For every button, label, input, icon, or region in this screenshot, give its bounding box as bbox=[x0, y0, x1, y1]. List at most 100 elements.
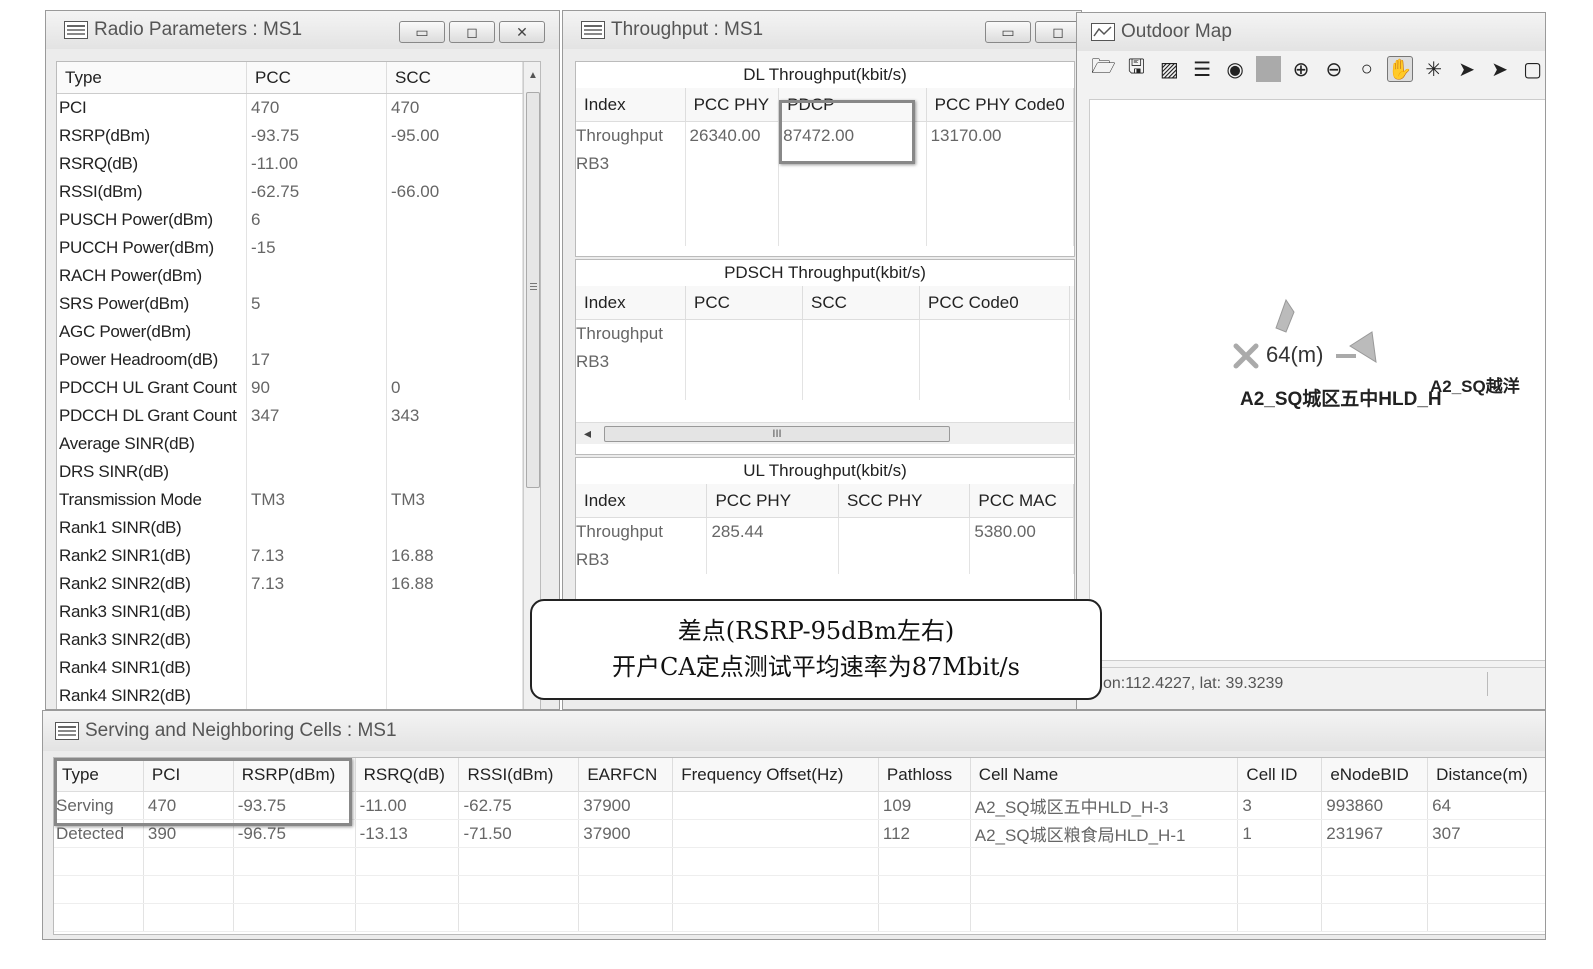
table-row[interactable]: RSRQ(dB) -11.00 bbox=[57, 150, 540, 178]
scroll-left-arrow-icon[interactable]: ◂ bbox=[584, 425, 591, 442]
cell-label: A2_SQ越洋 bbox=[1430, 377, 1520, 396]
table-row[interactable]: RACH Power(dBm) bbox=[57, 262, 540, 290]
column-header[interactable]: PCC PHY Code0 bbox=[927, 88, 1074, 121]
column-header[interactable]: EARFCN bbox=[579, 758, 674, 791]
select-arrow-icon[interactable]: ➤ bbox=[1454, 56, 1479, 82]
table-row[interactable]: Average SINR(dB) bbox=[57, 430, 540, 458]
column-header[interactable]: Pathloss bbox=[879, 758, 971, 791]
cell: TM3 bbox=[387, 486, 523, 514]
cell bbox=[387, 346, 523, 374]
column-header[interactable]: Index bbox=[576, 88, 686, 121]
maximize-button[interactable]: ◻ bbox=[1035, 21, 1081, 43]
table-row[interactable]: Rank2 SINR1(dB) 7.13 16.88 bbox=[57, 542, 540, 570]
cell: PDCCH DL Grant Count bbox=[57, 402, 247, 430]
select-plus-icon[interactable]: ➤ bbox=[1487, 56, 1512, 82]
cell: AGC Power(dBm) bbox=[57, 318, 247, 346]
column-header[interactable]: Index bbox=[576, 484, 708, 517]
column-header[interactable]: Distance(m) bbox=[1428, 758, 1545, 791]
column-header[interactable]: RSRQ(dB) bbox=[356, 758, 460, 791]
cell bbox=[247, 458, 387, 486]
cell: 37900 bbox=[579, 820, 674, 847]
table-row[interactable]: Rank1 SINR(dB) bbox=[57, 514, 540, 542]
table-body: PCI 470 470 RSRP(dBm) -93.75 -95.00 RSRQ(dB) -1… bbox=[57, 94, 540, 709]
map-canvas[interactable]: 64(m) A2_SQ城区五中HLD_H A2_SQ越洋 bbox=[1089, 99, 1545, 661]
column-header[interactable]: SCC bbox=[803, 286, 920, 319]
table-row[interactable]: Rank3 SINR2(dB) bbox=[57, 626, 540, 654]
column-header[interactable]: PCC bbox=[247, 62, 387, 93]
cell: 307 bbox=[1428, 820, 1545, 847]
table-row[interactable]: Throughput 285.44 5380.00 bbox=[576, 518, 1074, 546]
table-row[interactable]: RB3 bbox=[576, 348, 1074, 376]
minimize-button[interactable]: ▭ bbox=[399, 21, 445, 43]
cell bbox=[387, 514, 523, 542]
zoom-icon[interactable]: ○ bbox=[1354, 56, 1379, 82]
cell: PCI bbox=[57, 94, 247, 122]
zoom-in-icon[interactable]: ⊕ bbox=[1289, 56, 1314, 82]
section-title: UL Throughput(kbit/s) bbox=[576, 458, 1074, 484]
cell bbox=[673, 876, 879, 903]
column-header[interactable]: Cell Name bbox=[971, 758, 1239, 791]
pan-hand-icon[interactable]: ✋ bbox=[1387, 56, 1414, 82]
table-row[interactable]: SRS Power(dBm) 5 bbox=[57, 290, 540, 318]
column-header[interactable]: PCC Code0 bbox=[920, 286, 1070, 319]
scrollbar-thumb[interactable] bbox=[526, 92, 540, 488]
table-row[interactable]: Transmission Mode TM3 TM3 bbox=[57, 486, 540, 514]
column-header[interactable]: Type bbox=[57, 62, 247, 93]
column-header[interactable]: RSSI(dBm) bbox=[459, 758, 580, 791]
column-header[interactable]: eNodeBID bbox=[1322, 758, 1429, 791]
outdoor-map-titlebar[interactable]: Outdoor Map bbox=[1077, 13, 1545, 51]
table-row[interactable]: PDCCH UL Grant Count 90 0 bbox=[57, 374, 540, 402]
table-row[interactable]: Power Headroom(dB) 17 bbox=[57, 346, 540, 374]
column-header[interactable]: Frequency Offset(Hz) bbox=[673, 758, 879, 791]
cell: 285.44 bbox=[707, 518, 839, 546]
zoom-out-icon[interactable]: ⊖ bbox=[1321, 56, 1346, 82]
table-row[interactable]: PDCCH DL Grant Count 347 343 bbox=[57, 402, 540, 430]
open-folder-icon[interactable]: 🗁 bbox=[1091, 56, 1116, 82]
table-row[interactable]: Rank4 SINR2(dB) bbox=[57, 682, 540, 709]
table-row[interactable]: Rank4 SINR1(dB) bbox=[57, 654, 540, 682]
table-row[interactable]: Rank3 SINR1(dB) bbox=[57, 598, 540, 626]
maximize-button[interactable]: ◻ bbox=[449, 21, 495, 43]
table-row[interactable]: RSSI(dBm) -62.75 -66.00 bbox=[57, 178, 540, 206]
layers-icon[interactable]: ☰ bbox=[1190, 56, 1215, 82]
minimize-button[interactable]: ▭ bbox=[985, 21, 1031, 43]
table-row[interactable]: PCI 470 470 bbox=[57, 94, 540, 122]
column-header[interactable]: Cell ID bbox=[1238, 758, 1323, 791]
table-row[interactable]: AGC Power(dBm) bbox=[57, 318, 540, 346]
column-header[interactable]: PCC PHY bbox=[686, 88, 780, 121]
column-header[interactable]: PCC bbox=[686, 286, 803, 319]
save-icon[interactable]: 🖫 bbox=[1124, 56, 1149, 82]
find-icon[interactable]: ◉ bbox=[1223, 56, 1248, 82]
window-icon[interactable]: ▢ bbox=[1520, 56, 1545, 82]
cell bbox=[579, 876, 674, 903]
cell bbox=[356, 848, 460, 875]
horizontal-scrollbar[interactable]: ◂ III bbox=[576, 422, 1074, 444]
table-row[interactable]: Rank2 SINR2(dB) 7.13 16.88 bbox=[57, 570, 540, 598]
scrollbar-thumb[interactable]: III bbox=[604, 426, 950, 442]
measure-icon[interactable]: ✳ bbox=[1421, 56, 1446, 82]
cells-titlebar[interactable]: Serving and Neighboring Cells : MS1 bbox=[43, 711, 1545, 751]
cell bbox=[387, 430, 523, 458]
table-row[interactable]: RB3 bbox=[576, 546, 1074, 574]
close-button[interactable]: ✕ bbox=[499, 21, 545, 43]
scroll-up-arrow-icon[interactable]: ▲ bbox=[524, 70, 540, 81]
table-row[interactable]: DRS SINR(dB) bbox=[57, 458, 540, 486]
cell bbox=[247, 318, 387, 346]
column-header[interactable]: PCC PHY bbox=[707, 484, 839, 517]
window-title: Radio Parameters : MS1 bbox=[94, 19, 303, 40]
cell: 3 bbox=[1238, 792, 1323, 819]
column-header[interactable]: SCC bbox=[387, 62, 523, 93]
table-row[interactable]: RSRP(dBm) -93.75 -95.00 bbox=[57, 122, 540, 150]
table-row[interactable]: PUSCH Power(dBm) 6 bbox=[57, 206, 540, 234]
table-row[interactable]: Throughput bbox=[576, 320, 1074, 348]
column-header[interactable]: SCC PHY bbox=[839, 484, 971, 517]
table-row[interactable]: PUCCH Power(dBm) -15 bbox=[57, 234, 540, 262]
cell bbox=[144, 848, 234, 875]
column-header[interactable]: Index bbox=[576, 286, 686, 319]
column-header[interactable]: PCC MAC bbox=[970, 484, 1074, 517]
cell: Rank1 SINR(dB) bbox=[57, 514, 247, 542]
image-icon[interactable]: ▨ bbox=[1157, 56, 1182, 82]
map-status-bar: on:112.4227, lat: 39.3239 bbox=[1089, 667, 1545, 699]
cells-table: Type PCI RSRP(dBm) RSRQ(dB) RSSI(dBm) EARFCN F… bbox=[53, 757, 1545, 935]
cell: 347 bbox=[247, 402, 387, 430]
